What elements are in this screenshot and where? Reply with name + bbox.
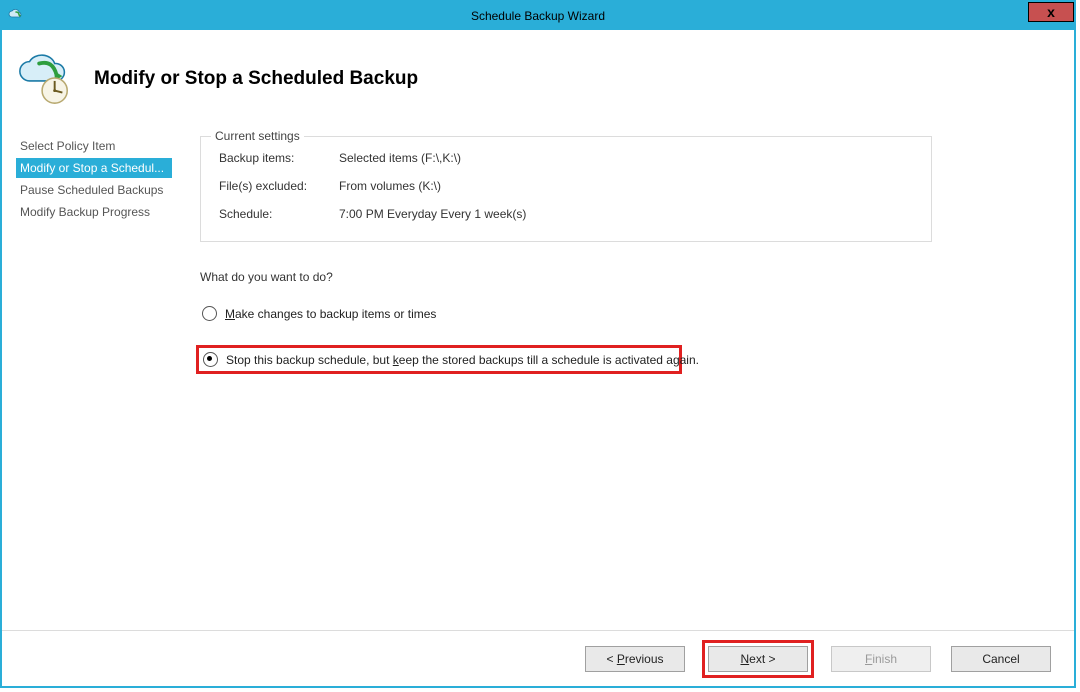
previous-button-wrap: < Previous: [582, 643, 688, 675]
option-stop-schedule[interactable]: Stop this backup schedule, but keep the …: [196, 345, 682, 374]
sidebar-item-pause-backups[interactable]: Pause Scheduled Backups: [16, 180, 172, 200]
question-prompt: What do you want to do?: [200, 270, 1054, 284]
header: Modify or Stop a Scheduled Backup: [2, 30, 1074, 128]
settings-value: 7:00 PM Everyday Every 1 week(s): [339, 207, 526, 221]
previous-button[interactable]: < Previous: [585, 646, 685, 672]
settings-label: Schedule:: [219, 207, 339, 221]
next-button-wrap: Next >: [702, 640, 814, 678]
current-settings-legend: Current settings: [211, 129, 304, 143]
radio-icon: [202, 306, 217, 321]
settings-row-backup-items: Backup items: Selected items (F:\,K:\): [219, 151, 913, 165]
sidebar: Select Policy Item Modify or Stop a Sche…: [2, 128, 180, 686]
radio-icon: [203, 352, 218, 367]
cancel-button-wrap: Cancel: [948, 643, 1054, 675]
sidebar-item-modify-stop[interactable]: Modify or Stop a Schedul...: [16, 158, 172, 178]
settings-label: Backup items:: [219, 151, 339, 165]
settings-label: File(s) excluded:: [219, 179, 339, 193]
close-icon: x: [1047, 4, 1055, 20]
window-title: Schedule Backup Wizard: [2, 2, 1074, 30]
option-make-changes[interactable]: Make changes to backup items or times: [200, 302, 438, 325]
wizard-body: Select Policy Item Modify or Stop a Sche…: [2, 128, 1074, 686]
option-label: Stop this backup schedule, but keep the …: [226, 353, 699, 367]
content-panel: Current settings Backup items: Selected …: [180, 128, 1074, 686]
sidebar-item-select-policy[interactable]: Select Policy Item: [16, 136, 172, 156]
current-settings-group: Current settings Backup items: Selected …: [200, 136, 932, 242]
finish-button-wrap: Finish: [828, 643, 934, 675]
settings-row-schedule: Schedule: 7:00 PM Everyday Every 1 week(…: [219, 207, 913, 221]
page-title: Modify or Stop a Scheduled Backup: [94, 68, 418, 90]
wizard-window: Schedule Backup Wizard x Modify or Stop …: [0, 0, 1076, 688]
sidebar-item-modify-progress[interactable]: Modify Backup Progress: [16, 202, 172, 222]
wizard-header-icon: [16, 50, 74, 108]
next-button[interactable]: Next >: [708, 646, 808, 672]
settings-row-files-excluded: File(s) excluded: From volumes (K:\): [219, 179, 913, 193]
button-bar: < Previous Next > Finish Cancel: [2, 630, 1074, 686]
titlebar[interactable]: Schedule Backup Wizard x: [2, 2, 1074, 30]
option-label: Make changes to backup items or times: [225, 307, 436, 321]
cancel-button[interactable]: Cancel: [951, 646, 1051, 672]
finish-button: Finish: [831, 646, 931, 672]
settings-value: Selected items (F:\,K:\): [339, 151, 461, 165]
close-button[interactable]: x: [1028, 2, 1074, 22]
settings-value: From volumes (K:\): [339, 179, 441, 193]
